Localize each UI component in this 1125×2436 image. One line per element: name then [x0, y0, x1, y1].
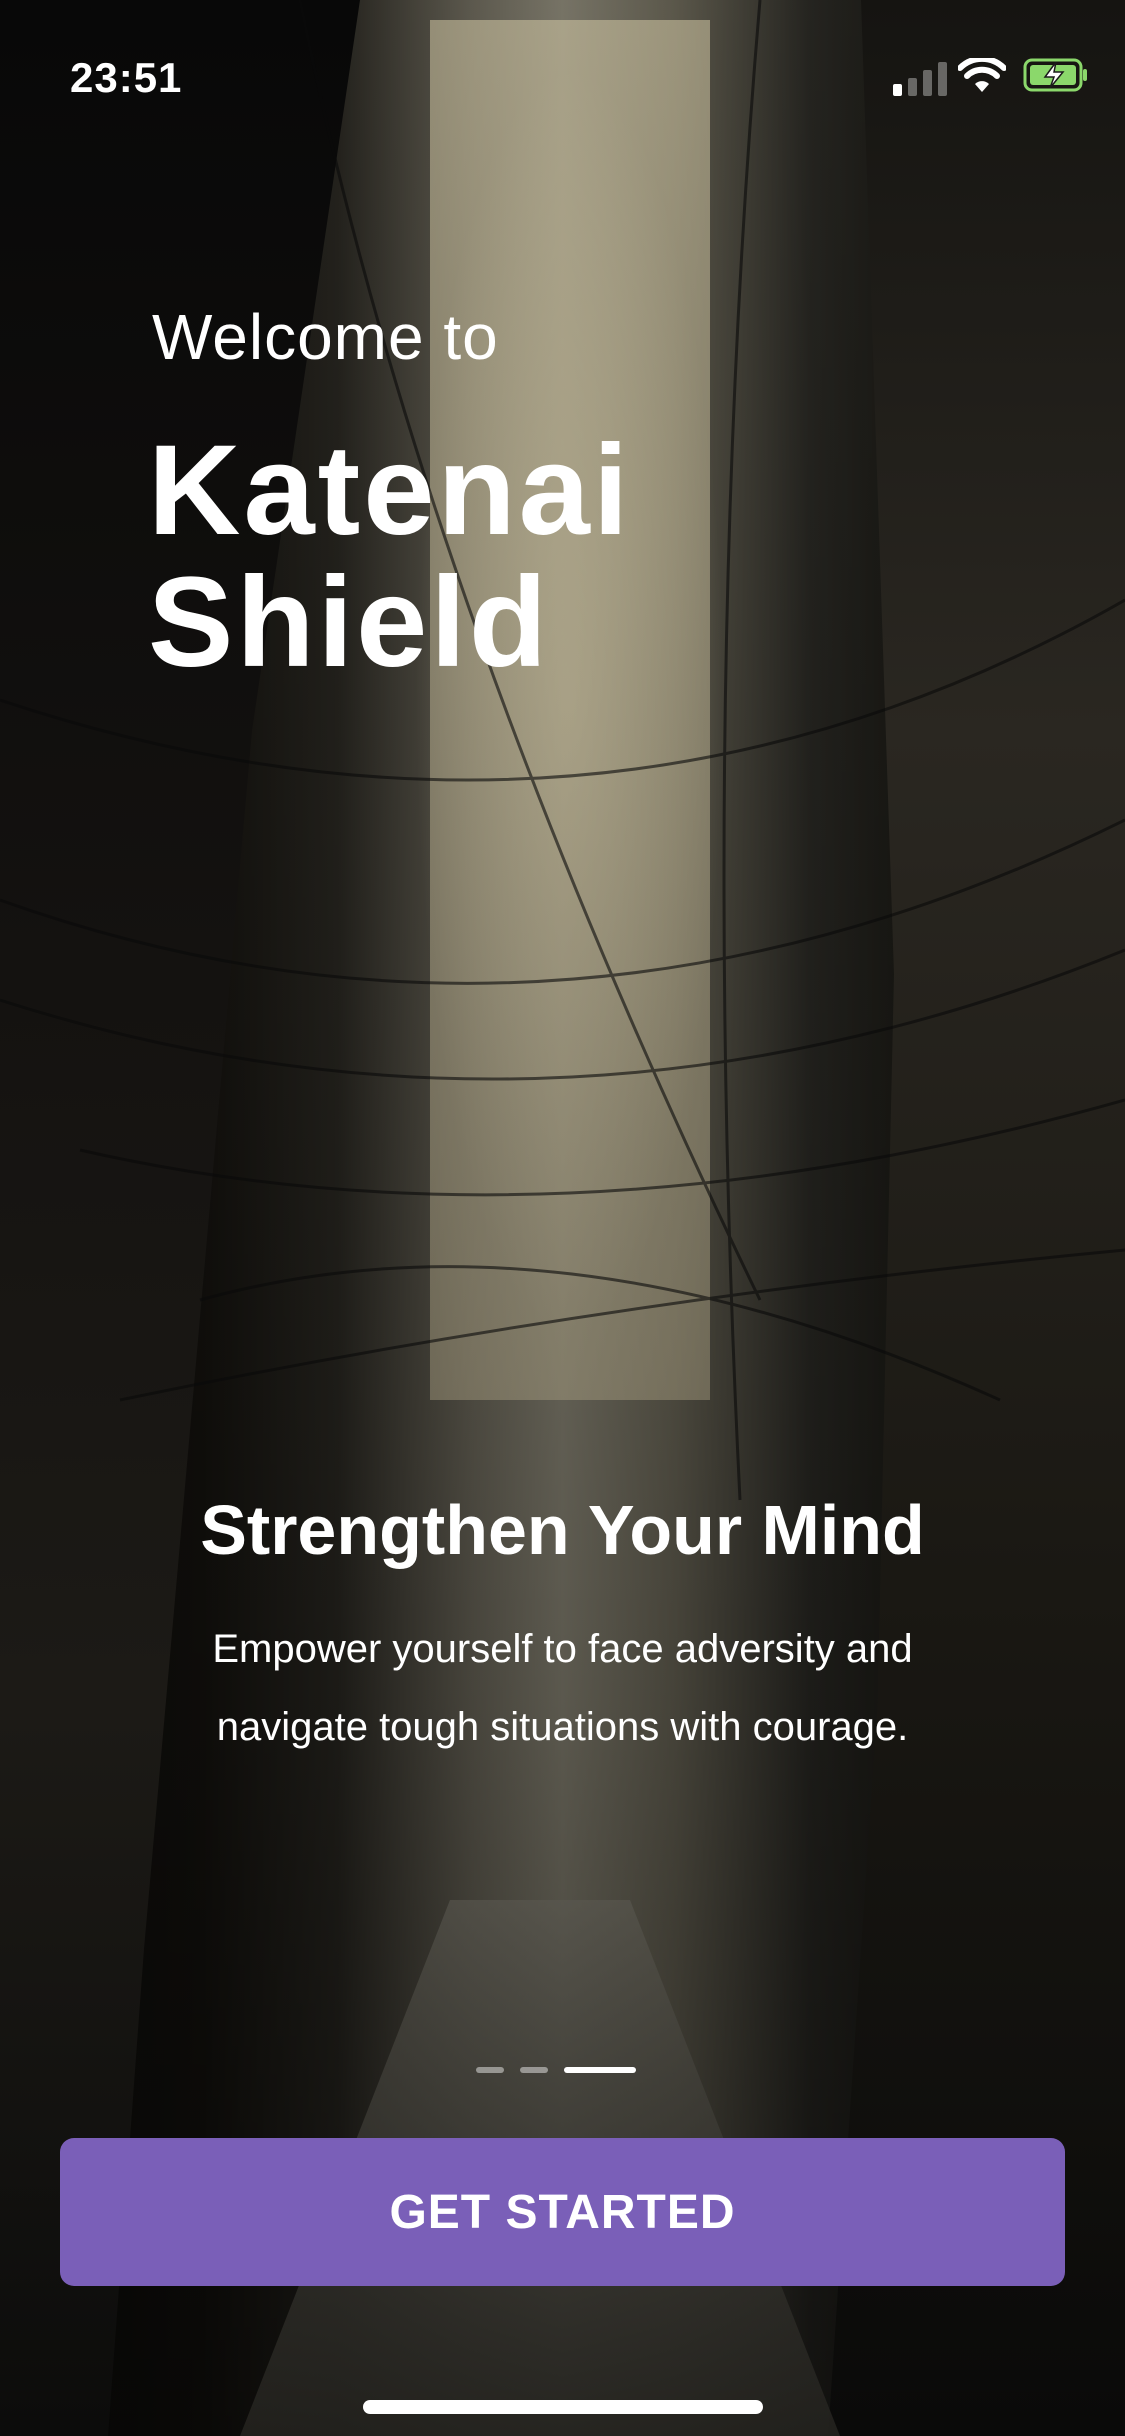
status-bar: 23:51 — [0, 0, 1125, 140]
welcome-heading: Welcome to — [152, 301, 499, 373]
battery-charging-icon — [1023, 58, 1087, 92]
get-started-button[interactable]: GET STARTED — [60, 2138, 1065, 2286]
slide-description: Empower yourself to face adversity and n… — [212, 1627, 913, 1749]
page-dot-3-active[interactable] — [564, 2067, 636, 2073]
cellular-signal-icon — [893, 60, 947, 96]
page-dot-1[interactable] — [476, 2067, 504, 2073]
app-name-title: Katenai Shield — [148, 419, 632, 694]
home-indicator[interactable] — [363, 2400, 763, 2414]
wifi-icon — [958, 58, 1006, 92]
page-indicator[interactable] — [476, 2067, 636, 2073]
page-dot-2[interactable] — [520, 2067, 548, 2073]
status-time: 23:51 — [70, 54, 183, 101]
slide-title: Strengthen Your Mind — [200, 1491, 925, 1569]
